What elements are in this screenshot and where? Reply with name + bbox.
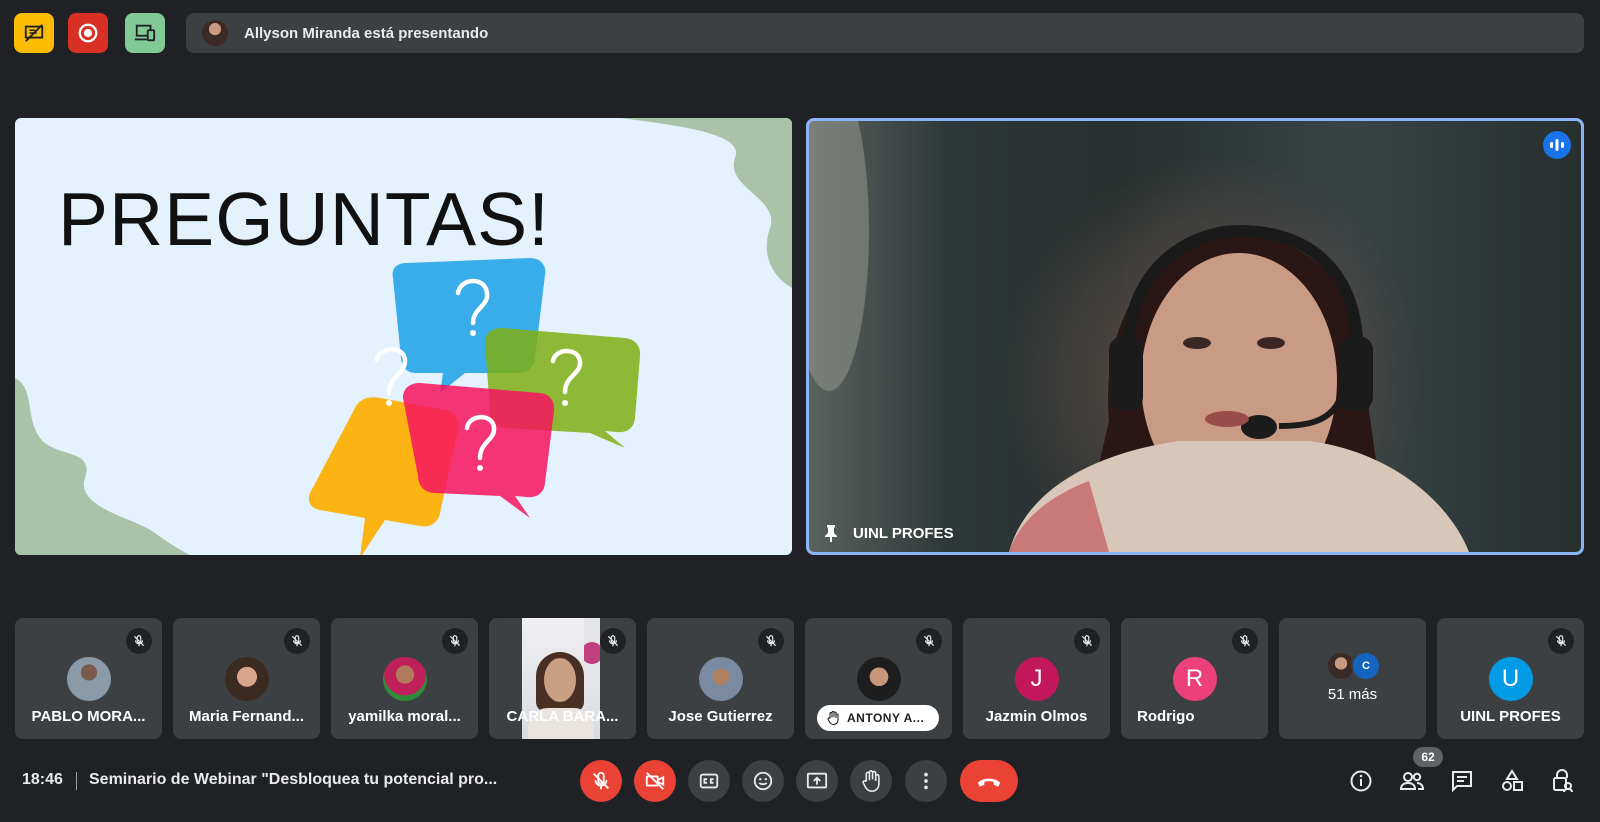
recording-button[interactable] — [68, 13, 108, 53]
no-present-icon — [24, 24, 44, 42]
speaker-name: UINL PROFES — [853, 524, 954, 542]
raise-hand-button[interactable] — [850, 760, 892, 802]
mic-off-icon — [1074, 628, 1100, 654]
info-icon — [1350, 770, 1372, 792]
present-button[interactable] — [796, 760, 838, 802]
chat-button[interactable] — [1447, 766, 1477, 796]
captions-icon — [699, 773, 719, 789]
pin-icon[interactable] — [823, 524, 839, 542]
reactions-button[interactable] — [742, 760, 784, 802]
avatar — [66, 657, 111, 701]
participant-tile[interactable]: J Jazmin Olmos — [963, 618, 1110, 739]
chat-icon — [1452, 771, 1472, 793]
speaker-video — [809, 121, 1469, 552]
avatar — [382, 657, 427, 701]
devices-icon — [134, 24, 156, 42]
participant-tile[interactable]: Maria Fernand... — [173, 618, 320, 739]
participant-tile[interactable]: CARLA BARA... — [489, 618, 636, 739]
participant-tile[interactable]: Jose Gutierrez — [647, 618, 794, 739]
participant-name: Jazmin Olmos — [985, 708, 1088, 725]
present-icon — [806, 772, 828, 789]
avatar: R — [1172, 657, 1217, 701]
speaking-indicator-icon — [1543, 131, 1571, 159]
mic-off-icon — [593, 771, 609, 790]
more-vert-icon — [924, 772, 928, 790]
captions-button[interactable] — [688, 760, 730, 802]
speaker-tile[interactable]: UINL PROFES — [806, 118, 1584, 555]
slide-title: PREGUNTAS! — [58, 177, 551, 261]
participant-name: yamilka moral... — [348, 708, 461, 725]
clock: 18:46 — [22, 771, 63, 788]
presenter-avatar — [202, 20, 228, 46]
mic-off-icon — [1548, 628, 1574, 654]
mic-off-icon — [1232, 628, 1258, 654]
shapes-icon — [1502, 769, 1523, 791]
participant-name: UINL PROFES — [1460, 708, 1561, 725]
participant-name: CARLA BARA... — [506, 708, 619, 725]
participant-tile[interactable]: yamilka moral... — [331, 618, 478, 739]
participant-tile[interactable]: ANTONY A... — [805, 618, 952, 739]
mic-off-icon — [284, 628, 310, 654]
raised-hand-badge: ANTONY A... — [817, 705, 939, 731]
mic-off-icon — [916, 628, 942, 654]
emoji-icon — [753, 771, 773, 791]
presentation-tile[interactable]: PREGUNTAS! — [15, 118, 792, 555]
more-options-button[interactable] — [905, 760, 947, 802]
mic-off-icon — [442, 628, 468, 654]
leave-call-button[interactable] — [960, 760, 1018, 802]
participant-name: Jose Gutierrez — [668, 708, 773, 725]
mic-off-icon — [600, 628, 626, 654]
mic-toggle-button[interactable] — [580, 760, 622, 802]
speaker-label: UINL PROFES — [823, 524, 954, 542]
divider — [76, 772, 77, 790]
participant-name: Maria Fernand... — [188, 708, 305, 725]
camera-toggle-button[interactable] — [634, 760, 676, 802]
hand-icon — [862, 770, 880, 792]
hang-up-icon — [977, 778, 1001, 787]
participant-name: Rodrigo — [1137, 708, 1195, 725]
participant-tile[interactable]: U UINL PROFES — [1437, 618, 1584, 739]
participant-strip: PABLO MORA... Maria Fernand... yamilka m… — [15, 618, 1584, 739]
companion-mode-button[interactable] — [125, 13, 165, 53]
mic-off-icon — [126, 628, 152, 654]
mini-avatar: C — [1351, 651, 1381, 681]
avatar — [224, 657, 269, 701]
mic-off-icon — [758, 628, 784, 654]
participant-tile[interactable]: R Rodrigo — [1121, 618, 1268, 739]
hand-icon — [827, 711, 839, 725]
more-count: 51 más — [1327, 686, 1378, 703]
participant-name: ANTONY A... — [847, 711, 925, 725]
avatar: U — [1488, 657, 1533, 701]
activities-button[interactable] — [1497, 766, 1527, 796]
meeting-details-button[interactable] — [1346, 766, 1376, 796]
camera-off-icon — [645, 772, 665, 790]
hide-presentation-button[interactable] — [14, 13, 54, 53]
host-controls-button[interactable] — [1547, 766, 1577, 796]
avatar: J — [1014, 657, 1059, 701]
people-button[interactable] — [1397, 766, 1427, 796]
avatar — [856, 657, 901, 701]
presenting-text: Allyson Miranda está presentando — [244, 24, 489, 42]
participant-tile[interactable]: PABLO MORA... — [15, 618, 162, 739]
participant-name: PABLO MORA... — [31, 708, 146, 725]
avatar — [698, 657, 743, 701]
participant-count-badge: 62 — [1413, 747, 1443, 767]
presenting-banner[interactable]: Allyson Miranda está presentando — [186, 13, 1584, 53]
record-icon — [78, 23, 98, 43]
more-participants-tile[interactable]: C 51 más — [1279, 618, 1426, 739]
people-icon — [1399, 772, 1425, 790]
meeting-title: Seminario de Webinar "Desbloquea tu pote… — [89, 771, 498, 788]
lock-person-icon — [1553, 769, 1573, 793]
